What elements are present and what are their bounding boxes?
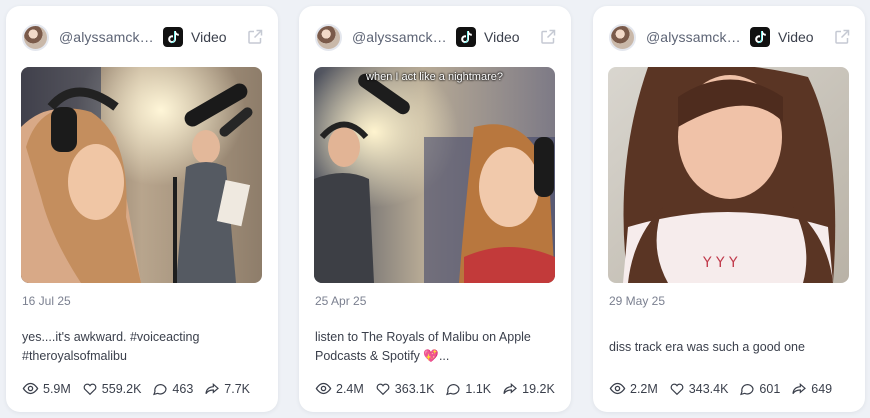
shares-stat: 649 [791,381,832,397]
share-icon [792,382,807,394]
shares-stat: 19.2K [502,381,555,397]
likes-count: 363.1K [394,381,435,396]
engagement-stats: 2.2M 343.4K 601 649 [609,380,843,397]
post-date: 29 May 25 [609,294,666,308]
comments-stat: 601 [739,381,780,397]
comments-count: 1.1K [465,381,492,396]
tiktok-icon [163,27,183,47]
heart-icon [376,383,390,395]
platform-label: Video [191,29,227,45]
views-stat: 2.2M [609,380,658,397]
post-card[interactable]: @alyssamckay... Video [6,6,278,412]
external-link-icon[interactable] [833,28,851,46]
avatar[interactable] [22,23,49,51]
comments-stat: 1.1K [445,381,491,397]
eye-icon [22,382,39,395]
external-link-icon[interactable] [539,28,557,46]
eye-icon [315,382,332,395]
author-handle[interactable]: @alyssamckay... [646,29,744,45]
comment-icon [153,383,168,395]
likes-stat: 363.1K [375,381,435,397]
likes-stat: 559.2K [82,381,142,397]
comments-count: 601 [759,381,781,396]
post-card[interactable]: @alyssamckay... Video Y Y Y 29 May 25 di… [593,6,865,412]
engagement-stats: 2.4M 363.1K 1.1K 19.2K [315,380,566,397]
post-card[interactable]: @alyssamckay... Video [299,6,571,412]
card-header: @alyssamckay... Video [315,23,557,51]
video-overlay-text: when I act like a nightmare? [366,71,503,83]
views-stat: 2.4M [315,380,364,397]
likes-stat: 343.4K [669,381,729,397]
views-count: 2.4M [336,381,364,396]
post-caption: yes....it's awkward. #voiceacting #thero… [22,330,200,363]
author-handle[interactable]: @alyssamckay... [59,29,157,45]
avatar[interactable] [609,23,636,51]
shares-stat: 7.7K [204,381,250,397]
video-thumbnail[interactable]: Y Y Y [608,67,849,283]
shares-count: 19.2K [522,381,555,396]
author-handle[interactable]: @alyssamckay... [352,29,450,45]
svg-text:Y Y Y: Y Y Y [702,255,738,271]
platform-label: Video [484,29,520,45]
comment-icon [740,383,755,395]
post-date: 25 Apr 25 [315,294,367,308]
post-caption: diss track era was such a good one [609,340,805,354]
comment-icon [446,383,461,395]
avatar[interactable] [315,23,342,51]
likes-count: 343.4K [688,381,729,396]
tiktok-icon [750,27,770,47]
share-icon [503,382,518,394]
comments-stat: 463 [152,381,193,397]
post-date: 16 Jul 25 [22,294,71,308]
tiktok-icon [456,27,476,47]
views-count: 2.2M [630,381,658,396]
post-caption: listen to The Royals of Malibu on Apple … [315,330,531,363]
video-thumbnail[interactable]: when I act like a nightmare? [314,67,555,283]
platform-label: Video [778,29,814,45]
comments-count: 463 [172,381,194,396]
views-count: 5.9M [43,381,71,396]
views-stat: 5.9M [22,380,71,397]
video-thumbnail[interactable] [21,67,262,283]
card-header: @alyssamckay... Video [22,23,264,51]
card-header: @alyssamckay... Video [609,23,851,51]
shares-count: 649 [811,381,833,396]
external-link-icon[interactable] [246,28,264,46]
eye-icon [609,382,626,395]
engagement-stats: 5.9M 559.2K 463 7.7K [22,380,261,397]
heart-icon [83,383,97,395]
heart-icon [670,383,684,395]
likes-count: 559.2K [101,381,142,396]
share-icon [205,382,220,394]
shares-count: 7.7K [224,381,250,396]
